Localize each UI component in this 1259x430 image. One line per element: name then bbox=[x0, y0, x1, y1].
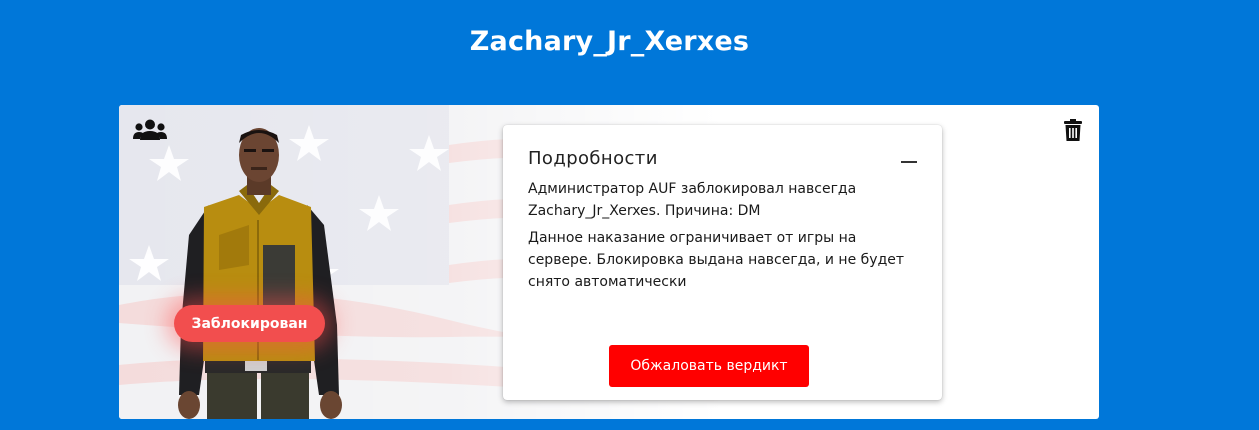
ban-summary: Администратор AUF заблокировал навсегда … bbox=[528, 181, 857, 219]
appeal-button[interactable]: Обжаловать вердикт bbox=[609, 345, 809, 387]
minus-icon[interactable] bbox=[901, 161, 917, 163]
details-title: Подробности bbox=[528, 148, 658, 169]
details-panel: Подробности Администратор AUF заблокиров… bbox=[503, 125, 942, 400]
ban-description: Данное наказание ограничивает от игры на… bbox=[528, 230, 905, 290]
trash-icon[interactable] bbox=[1064, 119, 1082, 141]
page-title: Zachary_Jr_Xerxes bbox=[469, 26, 750, 57]
status-badge: Заблокирован bbox=[174, 305, 325, 342]
ban-card: Заблокирован Подробности Администратор A… bbox=[119, 105, 1099, 419]
character-avatar bbox=[178, 128, 342, 419]
